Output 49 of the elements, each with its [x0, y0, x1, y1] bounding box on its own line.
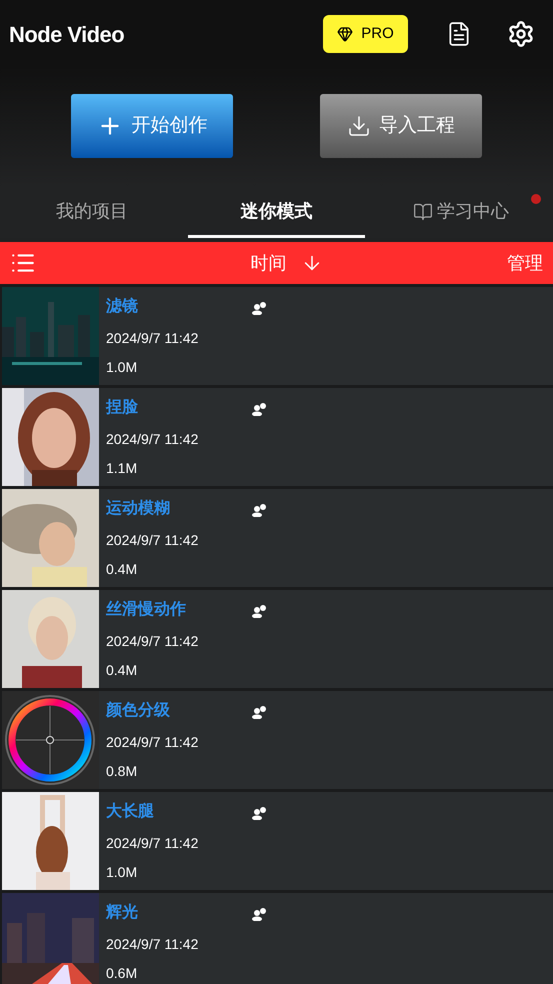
- project-row[interactable]: 辉光 2024/9/7 11:42 0.6M: [2, 893, 553, 984]
- project-date: 2024/9/7 11:42: [106, 834, 200, 853]
- people-icon[interactable]: [251, 301, 267, 315]
- project-date: 2024/9/7 11:42: [106, 430, 200, 449]
- project-title: 丝滑慢动作: [106, 600, 187, 620]
- sort-label[interactable]: 时间: [250, 250, 286, 276]
- tab[interactable]: 学习中心: [372, 188, 549, 238]
- project-row[interactable]: 运动模糊 2024/9/7 11:42 0.4M: [2, 489, 553, 587]
- people-icon[interactable]: [251, 907, 267, 921]
- diamond-icon: [337, 26, 354, 42]
- color-wheel-icon: [2, 691, 99, 789]
- project-title: 运动模糊: [106, 499, 171, 519]
- project-row[interactable]: 滤镜 2024/9/7 11:42 1.0M: [2, 287, 553, 385]
- project-size: 0.6M: [106, 965, 138, 981]
- app-title: Node Video: [9, 20, 124, 48]
- book-icon: [412, 202, 433, 222]
- manage-link[interactable]: 管理: [507, 250, 543, 276]
- people-icon[interactable]: [251, 604, 267, 618]
- project-size: 1.0M: [106, 359, 138, 375]
- settings-icon[interactable]: [507, 20, 535, 48]
- project-size: 1.1M: [106, 460, 138, 476]
- project-size: 0.4M: [106, 662, 138, 678]
- people-icon[interactable]: [251, 402, 267, 416]
- project-row[interactable]: 大长腿 2024/9/7 11:42 1.0M: [2, 792, 553, 890]
- create-button[interactable]: 开始创作: [71, 94, 234, 158]
- project-size: 0.4M: [106, 561, 138, 577]
- import-button[interactable]: 导入工程: [320, 94, 482, 158]
- project-date: 2024/9/7 11:42: [106, 632, 200, 651]
- tab[interactable]: 我的项目: [4, 188, 180, 238]
- project-row[interactable]: 捏脸 2024/9/7 11:42 1.1M: [2, 388, 553, 486]
- people-icon[interactable]: [251, 503, 267, 517]
- people-icon[interactable]: [251, 806, 267, 820]
- project-title: 捏脸: [106, 398, 139, 418]
- project-title: 辉光: [106, 903, 139, 923]
- pro-button[interactable]: PRO: [323, 15, 408, 53]
- project-size: 0.8M: [106, 763, 138, 779]
- project-title: 大长腿: [106, 802, 155, 822]
- project-size: 1.0M: [106, 864, 138, 880]
- project-date: 2024/9/7 11:42: [106, 329, 200, 348]
- tab[interactable]: 迷你模式: [188, 188, 365, 238]
- project-date: 2024/9/7 11:42: [106, 733, 200, 752]
- project-row[interactable]: 丝滑慢动作 2024/9/7 11:42 0.4M: [2, 590, 553, 688]
- project-title: 滤镜: [106, 297, 139, 317]
- project-row[interactable]: 颜色分级 2024/9/7 11:42 0.8M: [2, 691, 553, 789]
- people-icon[interactable]: [251, 705, 267, 719]
- project-date: 2024/9/7 11:42: [106, 531, 200, 550]
- download-icon: [346, 114, 371, 138]
- project-title: 颜色分级: [106, 701, 171, 721]
- project-date: 2024/9/7 11:42: [106, 935, 200, 954]
